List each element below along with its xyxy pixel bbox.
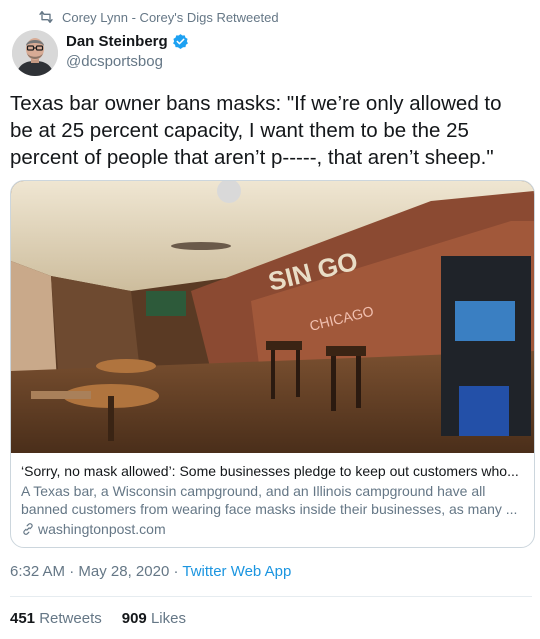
divider	[10, 596, 532, 597]
card-domain[interactable]: washingtonpost.com	[21, 520, 524, 538]
author-name[interactable]: Dan Steinberg	[66, 33, 168, 50]
tweet-stats: 451 Retweets 909 Likes	[10, 610, 206, 627]
card-body[interactable]: ‘Sorry, no mask allowed’: Some businesse…	[11, 453, 534, 538]
card-title[interactable]: ‘Sorry, no mask allowed’: Some businesse…	[21, 462, 524, 480]
author-block[interactable]: Dan Steinberg @dcsportsbog	[66, 33, 189, 70]
likes-count: 909	[121, 610, 147, 627]
avatar-image	[12, 30, 58, 76]
retweet-text: Corey Lynn - Corey's Digs Retweeted	[62, 9, 279, 25]
tweet-meta: 6:32 AM · May 28, 2020 · Twitter Web App	[10, 563, 291, 580]
retweet-indicator[interactable]: Corey Lynn - Corey's Digs Retweeted	[38, 8, 279, 26]
avatar[interactable]	[12, 30, 58, 76]
likes-label: Likes	[150, 610, 186, 627]
retweets-label: Retweets	[39, 610, 102, 627]
card-description: A Texas bar, a Wisconsin campground, and…	[21, 483, 518, 517]
link-icon	[23, 523, 33, 535]
card-image: SIN GO CHICAGO	[11, 181, 534, 453]
card-domain-text[interactable]: washingtonpost.com	[38, 520, 166, 538]
tweet-source[interactable]: Twitter Web App	[182, 563, 291, 580]
author-name-row[interactable]: Dan Steinberg	[66, 33, 189, 50]
meta-separator-2: ·	[169, 563, 183, 580]
tweet-text: Texas bar owner bans masks: "If we’re on…	[10, 92, 502, 169]
retweets-count: 451	[10, 610, 36, 627]
link-card[interactable]: SIN GO CHICAGO ‘Sorry, no mask allowed’:…	[10, 180, 535, 548]
verified-badge-icon	[172, 34, 188, 49]
retweet-icon	[39, 11, 53, 24]
retweets-stat[interactable]: 451 Retweets	[10, 610, 102, 627]
meta-separator: ·	[65, 563, 79, 580]
author-handle[interactable]: @dcsportsbog	[66, 53, 189, 70]
tweet-time[interactable]: 6:32 AM	[10, 563, 65, 580]
likes-stat[interactable]: 909 Likes	[122, 610, 186, 627]
tweet-date[interactable]: May 28, 2020	[78, 563, 169, 580]
